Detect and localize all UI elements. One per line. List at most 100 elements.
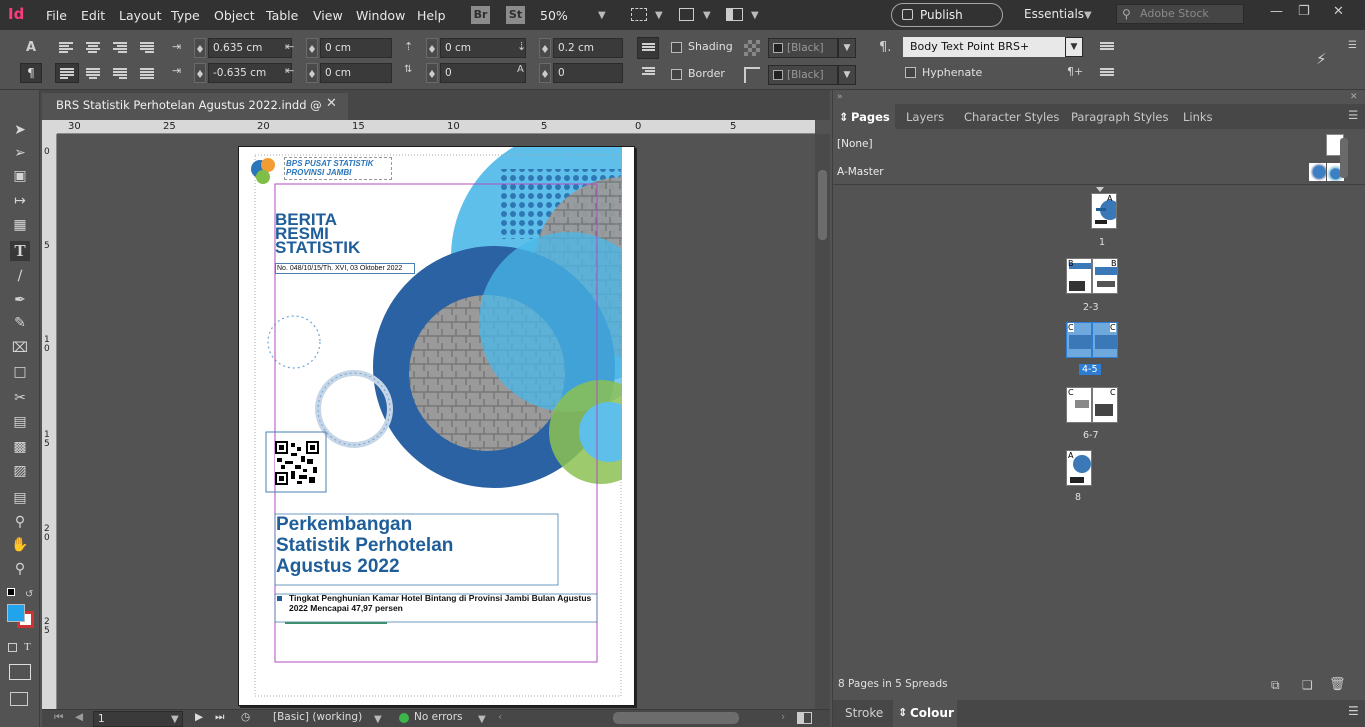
scroll-right-icon[interactable]: › xyxy=(781,711,785,723)
screen-mode-normal-icon[interactable] xyxy=(10,692,28,706)
vertical-scrollbar-thumb[interactable] xyxy=(818,170,827,240)
space-after-stepper[interactable] xyxy=(539,38,551,58)
page-tool-icon[interactable]: ▣ xyxy=(10,166,30,186)
right-indent-stepper[interactable] xyxy=(306,38,318,58)
adobe-stock-search[interactable]: ⚲ Adobe Stock xyxy=(1116,4,1244,24)
rectangle-frame-tool-icon[interactable]: ⌧ xyxy=(10,338,30,358)
shading-color-field[interactable]: [Black] xyxy=(768,38,838,58)
view-options-icon[interactable] xyxy=(631,8,647,21)
preflight-menu-icon[interactable]: ▼ xyxy=(478,714,486,725)
default-colors-icon[interactable] xyxy=(7,588,15,596)
space-after-field[interactable]: 0.2 cm xyxy=(553,38,623,58)
eyedropper-tool-icon[interactable]: ⚲ xyxy=(10,512,30,532)
tab-paragraph-styles[interactable]: Paragraph Styles xyxy=(1071,110,1168,124)
previous-page-icon[interactable]: ◀ xyxy=(75,711,83,723)
align-left-icon[interactable] xyxy=(59,42,73,53)
paragraph-style-dropdown[interactable]: ▼ xyxy=(1065,37,1083,57)
menu-file[interactable]: File xyxy=(46,8,67,23)
document-page[interactable]: BPS PUSAT STATISTIK PROVINSI JAMBI BERIT… xyxy=(238,146,635,706)
page-thumb-1[interactable]: A xyxy=(1091,193,1117,229)
tab-pages[interactable]: Pages xyxy=(851,110,890,124)
menu-type[interactable]: Type xyxy=(171,8,200,23)
border-color-dropdown[interactable]: ▼ xyxy=(838,65,856,85)
hand-tool-icon[interactable]: ✋ xyxy=(10,535,30,555)
page-label-1[interactable]: 1 xyxy=(1099,237,1105,248)
justify-all-icon[interactable] xyxy=(140,68,154,79)
drop-cap-chars-field[interactable]: 0 xyxy=(553,63,623,83)
space-before-stepper[interactable] xyxy=(426,38,438,58)
first-line-indent-field[interactable]: -0.635 cm xyxy=(208,63,292,83)
type-tool-icon[interactable]: T xyxy=(10,241,30,261)
first-line-indent-stepper[interactable] xyxy=(194,63,206,83)
formatting-container-icon[interactable] xyxy=(8,643,17,652)
paragraph-style-select[interactable]: Body Text Point BRS+ xyxy=(903,37,1065,57)
gradient-feather-tool-icon[interactable]: ▨ xyxy=(10,461,30,481)
page-thumb-3[interactable]: B xyxy=(1092,258,1118,294)
tab-pages-arrows[interactable]: ⇕ xyxy=(839,110,849,124)
page-label-4-5[interactable]: 4-5 xyxy=(1079,364,1101,375)
page-number-dropdown-icon[interactable]: ▼ xyxy=(171,714,179,725)
apply-color-icon[interactable] xyxy=(9,664,31,680)
align-to-baseline-icon[interactable] xyxy=(1100,42,1114,53)
pen-tool-icon[interactable]: ✒ xyxy=(10,290,30,310)
view-options-dropdown-icon[interactable]: ▼ xyxy=(655,10,663,21)
last-page-icon[interactable]: ⏭ xyxy=(215,711,224,724)
menu-help[interactable]: Help xyxy=(417,8,446,23)
scroll-left-icon[interactable]: ‹ xyxy=(498,711,502,723)
horizontal-scrollbar-thumb[interactable] xyxy=(613,712,739,724)
workspace-dropdown-icon[interactable]: ▼ xyxy=(1084,10,1092,21)
release-number[interactable]: No. 048/10/15/Th. XVI, 03 Oktober 2022 xyxy=(275,263,415,274)
right-indent-field[interactable]: 0 cm xyxy=(320,38,392,58)
tab-links[interactable]: Links xyxy=(1183,110,1213,124)
justify-right-icon[interactable] xyxy=(113,68,127,79)
drop-cap-lines-stepper[interactable] xyxy=(426,63,438,83)
bottom-panel-menu-icon[interactable]: ☰ xyxy=(1348,704,1359,718)
shading-checkbox[interactable] xyxy=(671,42,682,53)
publish-online-button[interactable]: Publish Online xyxy=(891,3,1003,44)
align-toward-spine-icon[interactable] xyxy=(140,42,154,53)
border-color-field[interactable]: [Black] xyxy=(768,65,838,85)
page-thumb-7[interactable]: C xyxy=(1092,387,1118,423)
bulleted-list-button[interactable] xyxy=(637,37,659,59)
zoom-tool-icon[interactable]: ⚲ xyxy=(10,559,30,579)
zoom-level[interactable]: 50% xyxy=(540,8,568,23)
arrange-dropdown-icon[interactable]: ▼ xyxy=(751,10,759,21)
page-label-2-3[interactable]: 2-3 xyxy=(1083,302,1099,313)
screen-mode-icon[interactable] xyxy=(679,8,694,21)
close-panel-icon[interactable]: ✕ xyxy=(1350,92,1358,102)
shading-settings-icon[interactable] xyxy=(744,40,760,56)
space-before-field[interactable]: 0 cm xyxy=(440,38,526,58)
page-thumb-4[interactable]: C xyxy=(1066,322,1092,358)
tab-layers[interactable]: Layers xyxy=(906,110,944,124)
menu-window[interactable]: Window xyxy=(356,8,405,23)
cover-title[interactable]: Perkembangan Statistik Perhotelan Agustu… xyxy=(276,514,453,577)
document-tab[interactable]: BRS Statistik Perhotelan Agustus 2022.in… xyxy=(42,93,348,137)
close-tab-icon[interactable]: ✕ xyxy=(326,96,337,111)
last-line-indent-field[interactable]: 0 cm xyxy=(320,63,392,83)
restore-icon[interactable]: ❐ xyxy=(1298,4,1310,19)
arrange-documents-icon[interactable] xyxy=(726,8,743,21)
left-indent-field[interactable]: 0.635 cm xyxy=(208,38,292,58)
last-line-indent-stepper[interactable] xyxy=(306,63,318,83)
drop-cap-chars-stepper[interactable] xyxy=(539,63,551,83)
workspace-switcher[interactable]: Essentials xyxy=(1024,7,1084,21)
masters-scrollbar[interactable] xyxy=(1340,138,1348,178)
split-layout-icon[interactable] xyxy=(797,712,812,724)
menu-object[interactable]: Object xyxy=(214,8,255,23)
gradient-swatch-tool-icon[interactable]: ▩ xyxy=(10,437,30,457)
open-file-icon[interactable]: ◷ xyxy=(241,711,250,723)
screen-mode-dropdown-icon[interactable]: ▼ xyxy=(703,10,711,21)
tab-colour[interactable]: Colour xyxy=(910,706,954,720)
collapse-panel-icon[interactable]: » xyxy=(837,92,843,102)
border-checkbox[interactable] xyxy=(671,69,682,80)
preflight-errors[interactable]: No errors xyxy=(414,711,463,723)
line-tool-icon[interactable]: ∕ xyxy=(10,266,30,286)
border-settings-icon[interactable] xyxy=(744,67,760,83)
menu-layout[interactable]: Layout xyxy=(119,8,162,23)
tab-stroke[interactable]: Stroke xyxy=(845,706,883,720)
menu-edit[interactable]: Edit xyxy=(81,8,105,23)
direct-selection-tool-icon[interactable]: ➢ xyxy=(10,143,30,163)
page-thumb-8[interactable]: A xyxy=(1066,450,1092,486)
menu-view[interactable]: View xyxy=(313,8,343,23)
shading-color-dropdown[interactable]: ▼ xyxy=(838,38,856,58)
